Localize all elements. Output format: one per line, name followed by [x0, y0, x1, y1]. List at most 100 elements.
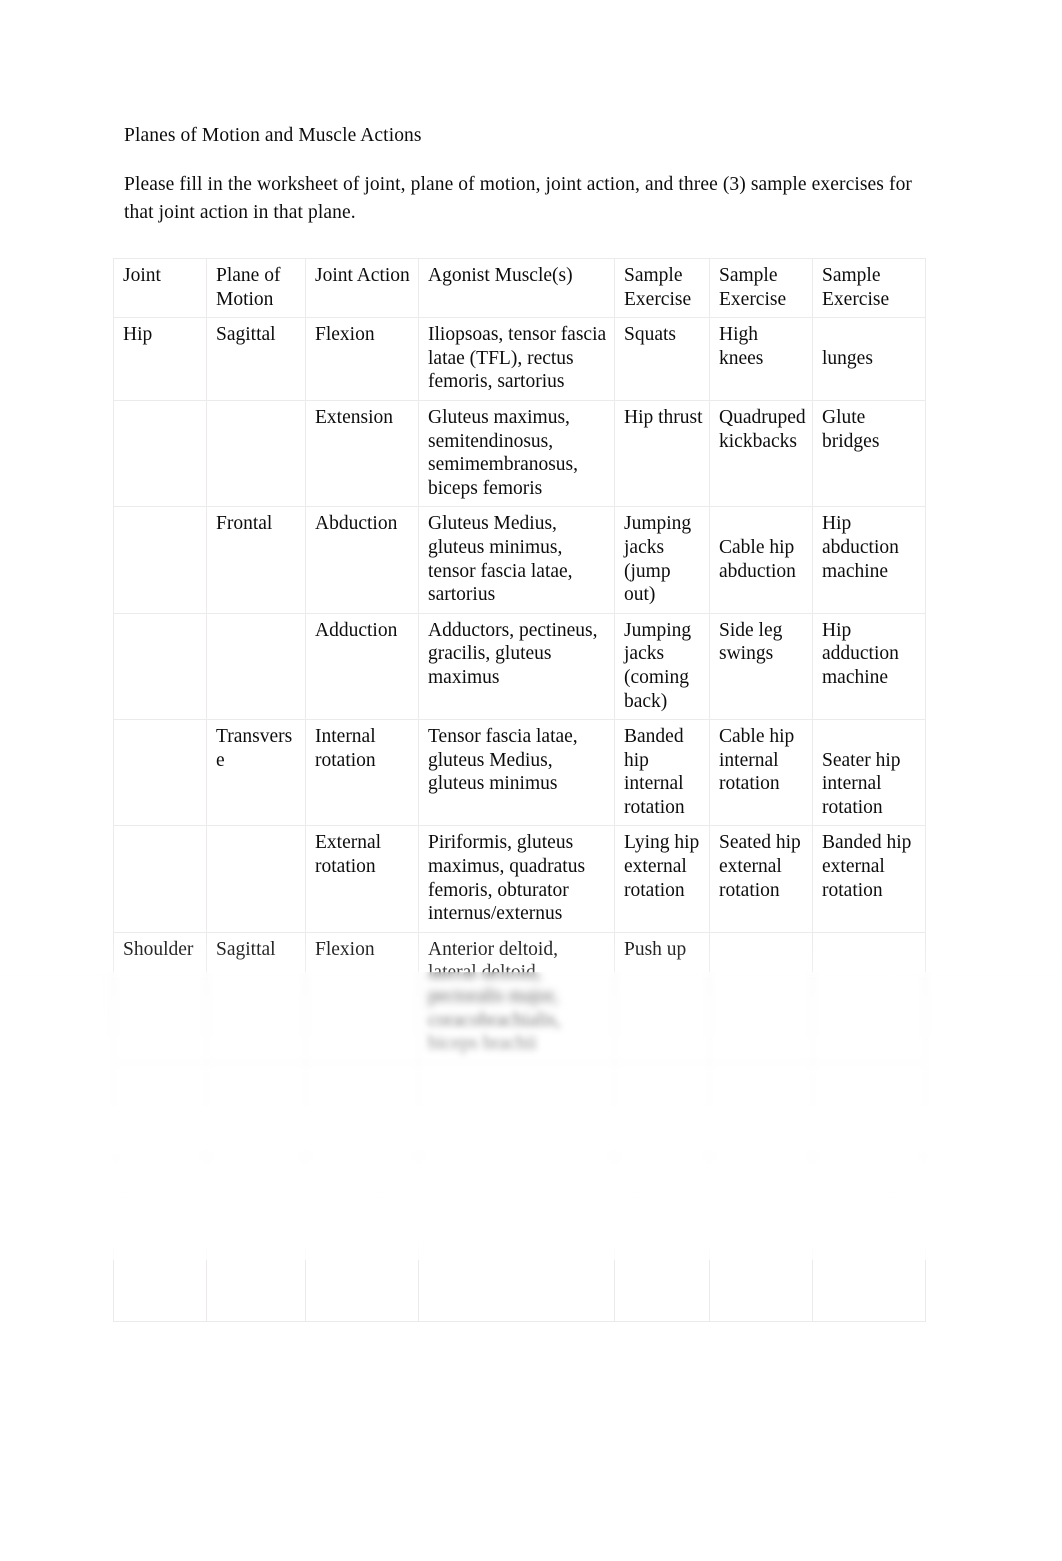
cell-value: Abduction [315, 513, 398, 535]
header-cell-sample-exercise-2: Sample Exercise [709, 257, 813, 319]
cell-action[interactable]: Internal rotation [305, 719, 419, 827]
cell-value: Hip thrust [624, 406, 703, 428]
cell-joint[interactable] [113, 1155, 207, 1227]
cell-exercise-3[interactable] [812, 1225, 926, 1322]
cell-value: Quadruped kickbacks [719, 406, 806, 452]
cell-exercise-1[interactable]: Banded hip internal rotation [614, 719, 710, 827]
cell-action[interactable] [305, 1061, 419, 1157]
cell-plane[interactable] [206, 612, 306, 721]
cell-exercise-3[interactable]: Banded hip external rotation [812, 825, 926, 933]
cell-exercise-3[interactable] [812, 1061, 926, 1157]
cell-joint[interactable] [113, 1061, 207, 1157]
cell-joint[interactable] [113, 399, 207, 508]
cell-plane[interactable] [206, 825, 306, 933]
cell-value: Sagittal [216, 324, 276, 346]
table-row-obscured [113, 1061, 926, 1157]
cell-muscles[interactable]: Anterior deltoid, lateral deltoid, pecto… [418, 931, 615, 1063]
cell-value: Cable hip internal rotation [719, 726, 795, 795]
cell-exercise-1[interactable]: Jumping jacks (coming back) [614, 612, 710, 721]
cell-joint[interactable] [113, 612, 207, 721]
cell-line-spacer [822, 323, 919, 347]
cell-joint[interactable] [113, 719, 207, 827]
cell-value: Flexion [315, 324, 375, 346]
cell-plane[interactable]: Sagittal [206, 317, 306, 401]
cell-plane[interactable]: Frontal [206, 506, 306, 614]
cell-exercise-3[interactable]: Hip adduction machine [812, 612, 926, 721]
cell-exercise-2[interactable]: Cable hip abduction [709, 506, 813, 614]
cell-action[interactable] [305, 1225, 419, 1322]
cell-value: Flexion [315, 938, 375, 960]
cell-exercise-2[interactable]: High knees [709, 317, 813, 401]
cell-exercise-2[interactable] [709, 1061, 813, 1157]
cell-exercise-1[interactable]: Hip thrust [614, 399, 710, 508]
header-label: Sample Exercise [624, 265, 692, 310]
header-cell-sample-exercise-3: Sample Exercise [812, 257, 926, 319]
worksheet-table: Joint Plane of Motion Joint Action Agoni… [113, 257, 926, 1322]
cell-exercise-2[interactable] [709, 931, 813, 1063]
table-row: Hip Sagittal Flexion Iliopsoas, tensor fasc… [113, 317, 926, 401]
cell-exercise-2[interactable] [709, 1225, 813, 1322]
table-header-row: Joint Plane of Motion Joint Action Agoni… [113, 257, 926, 319]
cell-action[interactable]: Extension [305, 399, 419, 508]
cell-exercise-3[interactable]: Glute bridges [812, 399, 926, 508]
cell-value: Glute bridges [822, 406, 880, 452]
cell-exercise-1[interactable] [614, 1061, 710, 1157]
cell-muscles[interactable] [418, 1225, 615, 1322]
cell-muscles[interactable] [418, 1061, 615, 1157]
cell-exercise-2[interactable]: Seated hip external rotation [709, 825, 813, 933]
cell-value: Side leg swings [719, 619, 783, 665]
cell-value: Seater hip internal rotation [822, 749, 901, 818]
cell-exercise-2[interactable]: Quadruped kickbacks [709, 399, 813, 508]
cell-plane[interactable]: Transverse [206, 719, 306, 827]
cell-plane[interactable]: Sagittal [206, 931, 306, 1063]
cell-value: Hip [123, 324, 153, 346]
cell-exercise-3[interactable] [812, 1155, 926, 1227]
cell-exercise-1[interactable] [614, 1225, 710, 1322]
cell-joint[interactable]: Shoulder [113, 931, 207, 1063]
cell-exercise-1[interactable] [614, 1155, 710, 1227]
header-label: Joint Action [315, 265, 410, 286]
cell-action[interactable]: Flexion [305, 931, 419, 1063]
cell-value: High knees [719, 324, 764, 369]
cell-value: Jumping jacks (jump out) [624, 513, 692, 606]
cell-exercise-3[interactable]: Seater hip internal rotation [812, 719, 926, 827]
cell-exercise-2[interactable]: Side leg swings [709, 612, 813, 721]
cell-exercise-1[interactable]: Squats [614, 317, 710, 401]
cell-exercise-1[interactable]: Push up [614, 931, 710, 1063]
cell-plane[interactable] [206, 399, 306, 508]
cell-muscles[interactable]: Gluteus Medius, gluteus minimus, tensor … [418, 506, 615, 614]
cell-muscles[interactable] [418, 1155, 615, 1227]
cell-joint[interactable] [113, 506, 207, 614]
cell-value: Frontal [216, 513, 273, 535]
cell-exercise-2[interactable] [709, 1155, 813, 1227]
cell-exercise-2[interactable]: Cable hip internal rotation [709, 719, 813, 827]
cell-muscles[interactable]: Adductors, pectineus, gracilis, gluteus … [418, 612, 615, 721]
cell-action[interactable]: Adduction [305, 612, 419, 721]
cell-line-spacer [719, 512, 806, 536]
cell-plane[interactable] [206, 1061, 306, 1157]
cell-muscles[interactable]: Piriformis, gluteus maximus, quadratus f… [418, 825, 615, 933]
header-cell-sample-exercise-1: Sample Exercise [614, 257, 710, 319]
cell-exercise-3[interactable]: Hip abduction machine [812, 506, 926, 614]
cell-exercise-3[interactable]: lunges [812, 317, 926, 401]
cell-exercise-1[interactable]: Jumping jacks (jump out) [614, 506, 710, 614]
cell-plane[interactable] [206, 1225, 306, 1322]
cell-action[interactable]: External rotation [305, 825, 419, 933]
cell-exercise-3[interactable] [812, 931, 926, 1063]
cell-joint[interactable] [113, 1225, 207, 1322]
cell-muscles[interactable]: Gluteus maximus, semitendinosus, semimem… [418, 399, 615, 508]
cell-plane[interactable] [206, 1155, 306, 1227]
worksheet-table-body: Joint Plane of Motion Joint Action Agoni… [113, 257, 926, 1322]
cell-muscles[interactable]: Tensor fascia latae, gluteus Medius, glu… [418, 719, 615, 827]
cell-value: Tensor fascia latae, gluteus Medius, glu… [428, 726, 578, 795]
worksheet-table-container: Joint Plane of Motion Joint Action Agoni… [113, 257, 926, 1322]
cell-value: Jumping jacks (coming back) [624, 619, 692, 712]
cell-value: Transverse [216, 726, 293, 771]
cell-action[interactable]: Abduction [305, 506, 419, 614]
cell-exercise-1[interactable]: Lying hip external rotation [614, 825, 710, 933]
cell-joint[interactable]: Hip [113, 317, 207, 401]
cell-action[interactable] [305, 1155, 419, 1227]
cell-muscles[interactable]: Iliopsoas, tensor fascia latae (TFL), re… [418, 317, 615, 401]
cell-joint[interactable] [113, 825, 207, 933]
cell-action[interactable]: Flexion [305, 317, 419, 401]
